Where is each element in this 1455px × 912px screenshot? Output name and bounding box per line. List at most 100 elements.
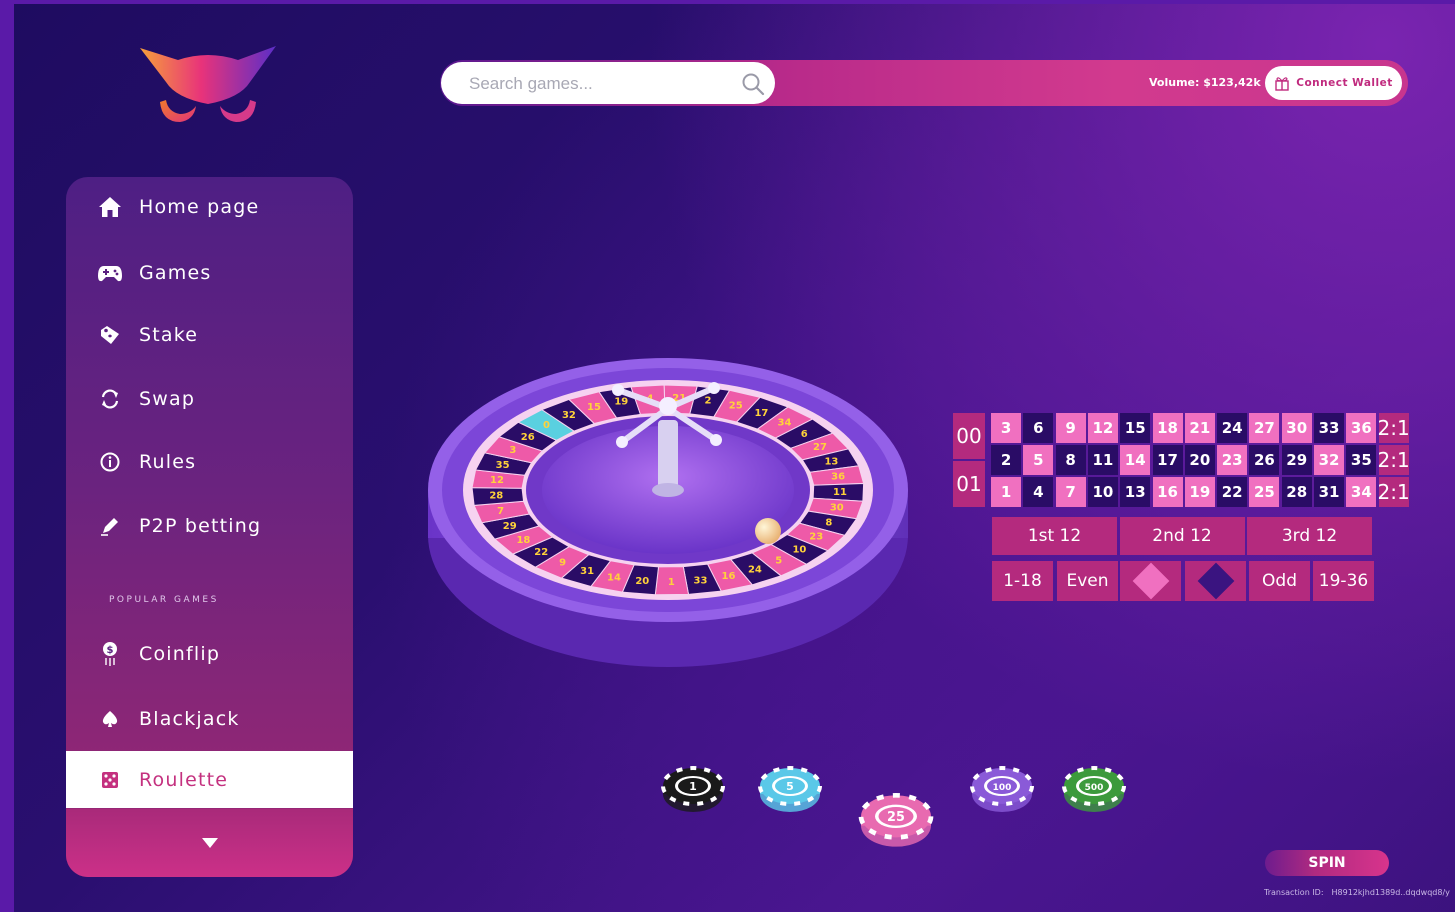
bet-cell-35[interactable]: 35	[1346, 445, 1377, 475]
sidebar-item-label: P2P betting	[139, 515, 262, 537]
bet-cell-28[interactable]: 28	[1281, 477, 1312, 507]
bet-cell-29[interactable]: 29	[1281, 445, 1312, 475]
sidebar-item-label: Coinflip	[139, 643, 221, 665]
search-input[interactable]	[467, 62, 731, 106]
bet-cell-22[interactable]: 22	[1217, 477, 1248, 507]
wheel-number: 25	[729, 400, 743, 411]
sidebar-item-rules[interactable]: Rules	[66, 434, 353, 490]
bet-cell-zero-00[interactable]: 00	[953, 413, 985, 459]
bet-cell-27[interactable]: 27	[1249, 413, 1280, 443]
chip-1[interactable]: 1	[661, 766, 725, 814]
bet-cell-19[interactable]: 19	[1184, 477, 1215, 507]
sidebar-item-games[interactable]: Games	[66, 245, 353, 301]
wheel-number: 22	[534, 547, 548, 558]
bet-cell-21[interactable]: 21	[1184, 413, 1215, 443]
chevron-down-icon	[201, 838, 218, 848]
chip-500[interactable]: 500	[1062, 766, 1126, 814]
bet-cell-13[interactable]: 13	[1120, 477, 1151, 507]
bet-cell-5[interactable]: 5	[1023, 445, 1054, 475]
sidebar-item-p2p-betting[interactable]: P2P betting	[66, 498, 353, 554]
wheel-number: 31	[580, 566, 594, 577]
wheel-number: 7	[497, 506, 504, 517]
wheel-number: 19	[614, 396, 628, 407]
bet-cell-7[interactable]: 7	[1055, 477, 1086, 507]
sidebar-item-blackjack[interactable]: Blackjack	[66, 691, 353, 747]
bet-cell-8[interactable]: 8	[1055, 445, 1086, 475]
sidebar-item-label: Roulette	[139, 768, 229, 791]
sidebar-item-swap[interactable]: Swap	[66, 371, 353, 427]
bet-red[interactable]	[1120, 561, 1181, 601]
bet-even[interactable]: Even	[1057, 561, 1118, 601]
bet-cell-column-1[interactable]: 2:1	[1378, 413, 1410, 443]
bet-cell-12[interactable]: 12	[1087, 413, 1118, 443]
bet-odd[interactable]: Odd	[1249, 561, 1310, 601]
bet-cell-1[interactable]: 1	[991, 477, 1022, 507]
sidebar-item-roulette[interactable]: Roulette	[66, 751, 353, 808]
bet-cell-16[interactable]: 16	[1152, 477, 1183, 507]
bet-cell-column-3[interactable]: 2:1	[1378, 477, 1410, 507]
wheel-number: 23	[809, 532, 823, 543]
chip-5[interactable]: 5	[758, 766, 822, 814]
bet-cell-11[interactable]: 11	[1087, 445, 1118, 475]
owl-logo-icon[interactable]	[138, 42, 278, 132]
bet-cell-36[interactable]: 36	[1346, 413, 1377, 443]
transaction-id: Transaction ID: H8912kjhd1389d..dqdwqd8/y	[1264, 888, 1450, 897]
bet-cell-14[interactable]: 14	[1120, 445, 1151, 475]
wheel-number: 27	[813, 442, 827, 453]
frame-top	[0, 0, 1455, 4]
sidebar-item-home[interactable]: Home page	[66, 179, 353, 235]
bet-dozen-1[interactable]: 1st 12	[992, 517, 1117, 555]
bet-cell-17[interactable]: 17	[1152, 445, 1183, 475]
bet-cell-2[interactable]: 2	[991, 445, 1022, 475]
bet-cell-9[interactable]: 9	[1055, 413, 1086, 443]
connect-wallet-label: Connect Wallet	[1296, 77, 1393, 89]
wheel-number: 24	[748, 564, 762, 575]
bet-cell-column-2[interactable]: 2:1	[1378, 445, 1410, 475]
wheel-number: 9	[559, 558, 566, 569]
bet-dozen-2[interactable]: 2nd 12	[1119, 517, 1245, 555]
bet-cell-3[interactable]: 3	[991, 413, 1022, 443]
wheel-number: 33	[694, 575, 708, 586]
bet-cell-25[interactable]: 25	[1249, 477, 1280, 507]
wheel-number: 3	[509, 445, 516, 456]
bet-cell-30[interactable]: 30	[1281, 413, 1312, 443]
bet-cell-18[interactable]: 18	[1152, 413, 1183, 443]
bet-cell-6[interactable]: 6	[1023, 413, 1054, 443]
bet-cell-20[interactable]: 20	[1184, 445, 1215, 475]
connect-wallet-button[interactable]: Connect Wallet	[1265, 66, 1402, 100]
bet-dozen-3[interactable]: 3rd 12	[1247, 517, 1372, 555]
bet-cell-24[interactable]: 24	[1217, 413, 1248, 443]
spin-button[interactable]: SPIN	[1265, 850, 1389, 876]
sidebar-item-label: Games	[139, 262, 212, 284]
sidebar-expand-button[interactable]	[66, 809, 353, 877]
wheel-number: 12	[490, 475, 504, 486]
dark-diamond-icon	[1197, 562, 1234, 600]
sidebar-item-label: Swap	[139, 388, 196, 410]
popular-games-heading: POPULAR GAMES	[109, 595, 219, 605]
sidebar-item-stake[interactable]: Stake	[66, 307, 353, 363]
chip-25[interactable]: 25	[857, 793, 935, 849]
wheel-number: 13	[824, 456, 838, 467]
bet-black[interactable]	[1185, 561, 1246, 601]
bet-cell-15[interactable]: 15	[1120, 413, 1151, 443]
wheel-number: 32	[562, 410, 576, 421]
wheel-number: 16	[722, 571, 736, 582]
bet-cell-32[interactable]: 32	[1314, 445, 1345, 475]
bet-1-18[interactable]: 1-18	[992, 561, 1053, 601]
bet-cell-23[interactable]: 23	[1217, 445, 1248, 475]
roulette-wheel[interactable]: 21 2 2517346271336113082310524163312014319…	[420, 340, 920, 680]
wheel-number: 26	[521, 432, 535, 443]
bet-19-36[interactable]: 19-36	[1313, 561, 1374, 601]
chip-100[interactable]: 100	[970, 766, 1034, 814]
pen-icon	[97, 513, 123, 539]
bet-cell-zero-01[interactable]: 01	[953, 461, 985, 507]
bet-cell-4[interactable]: 4	[1023, 477, 1054, 507]
refresh-icon	[97, 386, 123, 412]
bet-cell-34[interactable]: 34	[1346, 477, 1377, 507]
search-icon[interactable]	[741, 72, 765, 96]
bet-cell-31[interactable]: 31	[1314, 477, 1345, 507]
sidebar-item-coinflip[interactable]: $ Coinflip	[66, 626, 353, 682]
bet-cell-33[interactable]: 33	[1314, 413, 1345, 443]
bet-cell-26[interactable]: 26	[1249, 445, 1280, 475]
bet-cell-10[interactable]: 10	[1087, 477, 1118, 507]
